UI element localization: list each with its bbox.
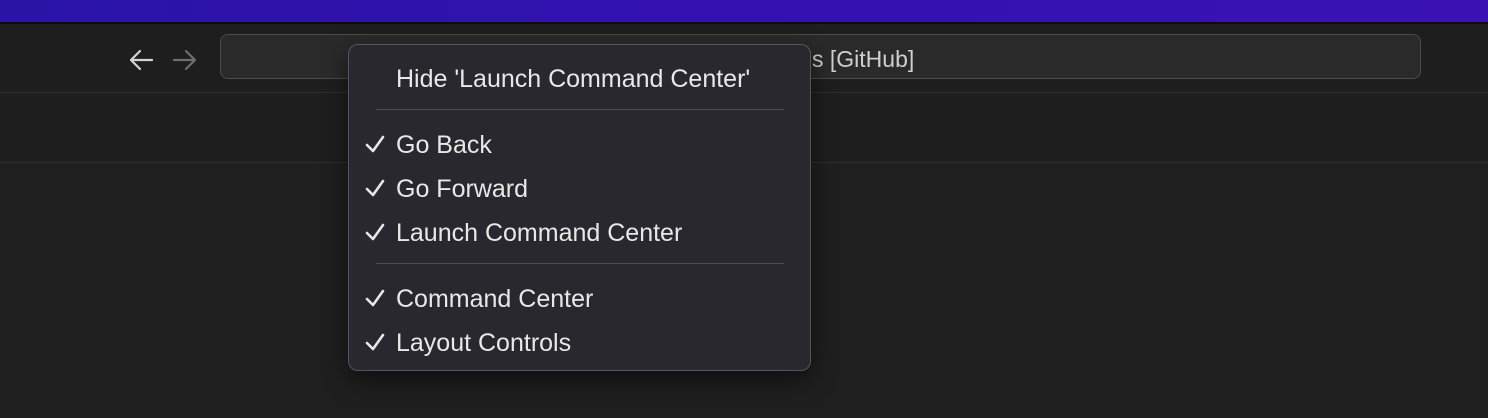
arrow-left-icon (129, 49, 154, 71)
menu-item-hide-launch-command-center[interactable]: Hide 'Launch Command Center' (349, 58, 810, 98)
go-back-button[interactable] (126, 45, 156, 75)
menu-separator (376, 263, 784, 264)
menu-item-label: Launch Command Center (396, 219, 683, 247)
menu-item-label: Command Center (396, 285, 594, 313)
checkmark-icon (365, 333, 385, 351)
menu-item-go-back[interactable]: Go Back (349, 124, 810, 164)
menu-separator (376, 109, 784, 110)
menu-item-go-forward[interactable]: Go Forward (349, 168, 810, 208)
go-forward-button[interactable] (170, 45, 200, 75)
titlebar-context-menu: Hide 'Launch Command Center' Go Back Go … (348, 44, 811, 371)
menu-item-label: Layout Controls (396, 329, 572, 357)
desktop-background-strip (0, 0, 1488, 22)
menu-item-layout-controls[interactable]: Layout Controls (349, 322, 810, 362)
checkmark-icon (365, 289, 385, 307)
menu-item-label: Go Back (396, 131, 492, 159)
checkmark-icon (365, 223, 385, 241)
menu-item-label: Hide 'Launch Command Center' (396, 65, 751, 93)
menu-item-launch-command-center[interactable]: Launch Command Center (349, 212, 810, 252)
command-center-label: s [GitHub] (812, 46, 915, 72)
checkmark-icon (365, 135, 385, 153)
menu-item-label: Go Forward (396, 175, 528, 203)
menu-item-command-center[interactable]: Command Center (349, 278, 810, 318)
checkmark-icon (365, 179, 385, 197)
arrow-right-icon (172, 49, 197, 71)
